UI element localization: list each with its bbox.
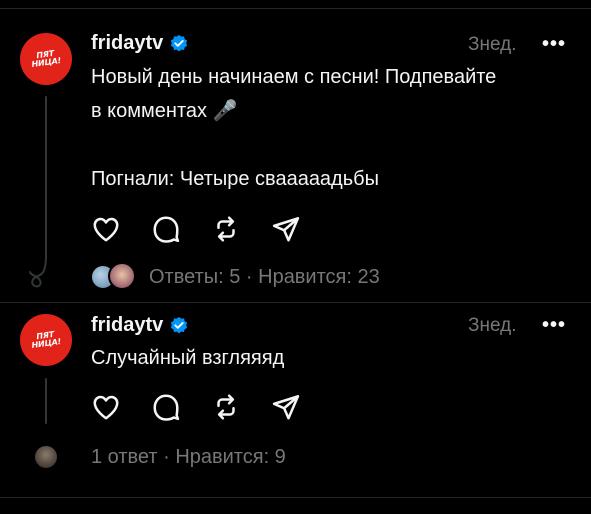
share-icon[interactable] [271, 392, 301, 422]
avatar-fridaytv[interactable]: ПЯТ НИЦА! [20, 314, 72, 366]
thread-line [45, 378, 47, 424]
share-icon[interactable] [271, 214, 301, 244]
post-time: Знед. [468, 34, 517, 55]
post-username[interactable]: fridaytv [91, 314, 189, 337]
verified-badge-icon [171, 34, 188, 51]
bottom-divider [0, 497, 591, 498]
thread-loop-icon [29, 255, 47, 288]
heart-icon[interactable] [91, 392, 121, 422]
post-actions [91, 214, 301, 244]
more-options-button[interactable]: ••• [542, 33, 566, 56]
top-divider [0, 8, 591, 9]
heart-icon[interactable] [91, 214, 121, 244]
post-text: Новый день начинаем с песни! Подпевайте … [91, 66, 497, 190]
more-options-button[interactable]: ••• [542, 314, 566, 337]
comment-icon[interactable] [151, 392, 181, 422]
post-actions [91, 392, 301, 422]
username-text[interactable]: fridaytv [91, 32, 163, 55]
post-text: Случайный взгляяяд [91, 347, 285, 369]
repost-icon[interactable] [211, 214, 241, 244]
repost-icon[interactable] [211, 392, 241, 422]
avatar-logo: ПЯТ НИЦА! [31, 329, 62, 350]
replier-avatar[interactable] [108, 262, 136, 290]
avatar-logo: ПЯТ НИЦА! [31, 48, 62, 69]
post-divider [0, 302, 591, 303]
replier-avatar[interactable] [33, 444, 59, 470]
post-time: Знед. [468, 315, 517, 336]
post-meta[interactable]: Ответы: 5 · Нравится: 23 [149, 266, 380, 289]
avatar-fridaytv[interactable]: ПЯТ НИЦА! [20, 33, 72, 85]
comment-icon[interactable] [151, 214, 181, 244]
verified-badge-icon [171, 316, 188, 333]
username-text[interactable]: fridaytv [91, 314, 163, 337]
thread-line [45, 96, 47, 256]
post-username[interactable]: fridaytv [91, 32, 189, 55]
post-meta[interactable]: 1 ответ · Нравится: 9 [91, 446, 286, 469]
